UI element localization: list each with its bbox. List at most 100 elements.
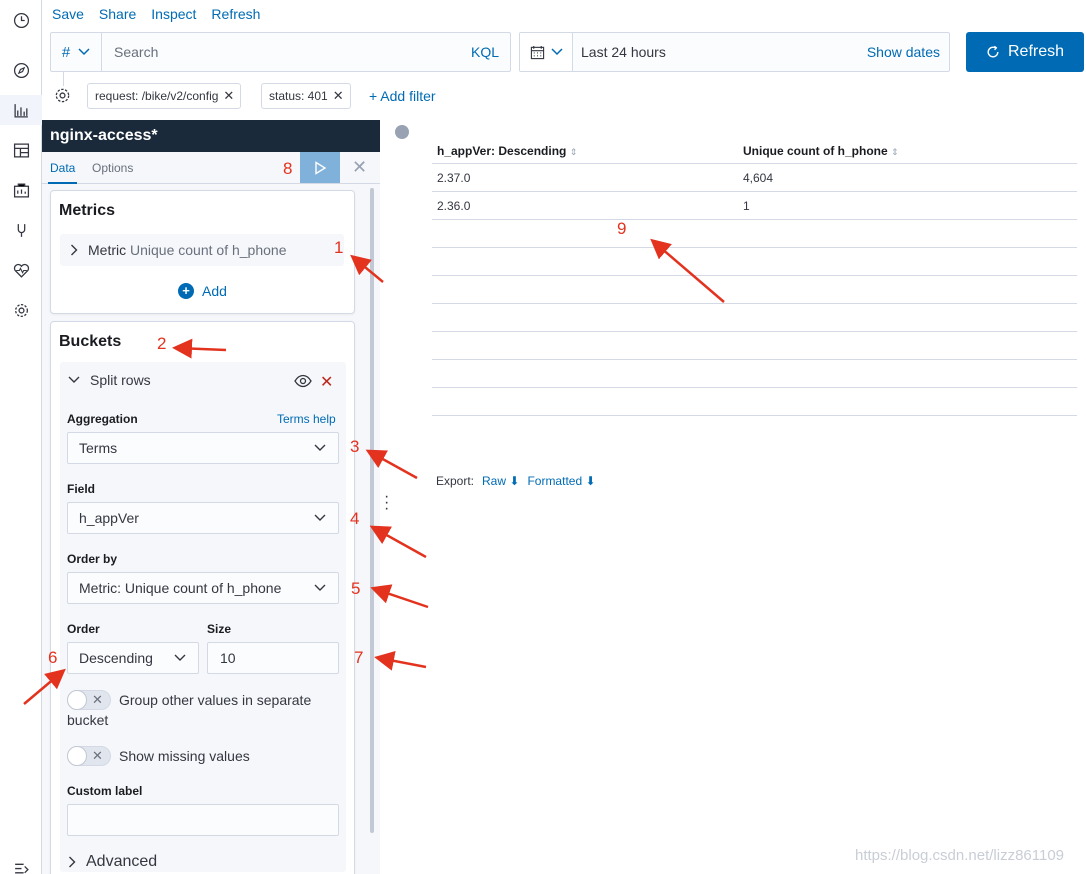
add-metric-button[interactable]: + Add [178, 283, 227, 299]
aggregation-select-value: Terms [79, 440, 118, 456]
aggregation-select[interactable]: Terms [67, 432, 339, 464]
quick-menu-button[interactable] [520, 33, 573, 71]
annotation-number: 3 [350, 437, 360, 456]
share-link[interactable]: Share [99, 6, 136, 26]
metrics-title: Metrics [59, 202, 116, 219]
show-missing-switch[interactable]: ✕ [67, 746, 111, 766]
annotation-number: 8 [283, 159, 293, 178]
discard-changes-close-icon[interactable]: ✕ [352, 157, 367, 178]
export-raw-link[interactable]: Raw ⬇ [482, 474, 519, 488]
date-range-text[interactable]: Last 24 hours [573, 33, 867, 71]
table-divider [432, 191, 1077, 192]
remove-filter-icon[interactable]: ✕ [333, 88, 344, 104]
order-by-select-value: Metric: Unique count of h_phone [79, 580, 282, 596]
export-bar: Export: Raw ⬇ Formatted ⬇ [436, 474, 596, 488]
inspect-link[interactable]: Inspect [151, 6, 196, 26]
table-cell: 2.36.0 [437, 199, 471, 213]
filter-pill[interactable]: request: /bike/v2/config ✕ [87, 83, 242, 109]
annotation-number: 1 [334, 238, 344, 257]
advanced-toggle[interactable]: Advanced [68, 853, 157, 871]
chevron-down-icon [78, 48, 90, 56]
annotation-number: 7 [354, 648, 364, 667]
management-gear-icon[interactable] [0, 295, 42, 325]
query-type-button[interactable]: # [51, 33, 102, 71]
filter-settings-gear-icon[interactable] [54, 87, 71, 104]
buckets-title: Buckets [59, 333, 122, 350]
table-divider [432, 247, 1077, 248]
filter-divider [63, 72, 64, 86]
table-header[interactable]: Unique count of h_phone ⇕ [743, 144, 899, 158]
table-header[interactable]: h_appVer: Descending ⇕ [437, 144, 577, 158]
apply-changes-button[interactable] [300, 152, 340, 183]
size-label: Size [207, 622, 232, 636]
export-raw-label: Raw [482, 474, 507, 488]
group-other-label-continued: bucket [67, 712, 109, 728]
chevron-down-icon [550, 48, 563, 56]
filter-pill[interactable]: status: 401 ✕ [261, 83, 351, 109]
table-divider [432, 275, 1077, 276]
refresh-link[interactable]: Refresh [211, 6, 260, 26]
group-other-switch[interactable]: ✕ [67, 690, 111, 710]
table-divider [432, 219, 1077, 220]
add-metric-label: Add [202, 283, 227, 299]
save-link[interactable]: Save [52, 6, 84, 26]
refresh-button[interactable]: Refresh [966, 32, 1084, 72]
remove-bucket-icon[interactable]: ✕ [320, 372, 333, 392]
order-by-select[interactable]: Metric: Unique count of h_phone [67, 572, 339, 604]
annotation-number: 9 [617, 219, 627, 238]
editor-scrollbar[interactable] [370, 188, 374, 833]
canvas-icon[interactable] [0, 175, 42, 205]
annotation-arrow [369, 525, 427, 559]
cross-icon: ✕ [92, 692, 103, 707]
recent-clock-icon[interactable] [0, 5, 42, 35]
download-icon: ⬇ [585, 474, 596, 488]
switch-knob [67, 690, 87, 710]
order-label: Order [67, 622, 100, 636]
tab-data[interactable]: Data [47, 161, 78, 184]
chevron-down-icon [68, 376, 80, 383]
table-cell: 2.37.0 [437, 171, 471, 185]
refresh-button-label: Refresh [1007, 43, 1065, 60]
annotation-number: 4 [350, 509, 360, 528]
split-rows-label: Split rows [90, 372, 151, 388]
resize-handle-icon[interactable]: · · · [384, 489, 389, 517]
order-select[interactable]: Descending [67, 642, 199, 674]
switch-knob [67, 746, 87, 766]
tab-options[interactable]: Options [92, 161, 133, 175]
split-rows-toggle[interactable]: Split rows [68, 372, 151, 388]
calendar-icon [530, 45, 544, 59]
collapse-sidebar-icon[interactable] [395, 125, 409, 139]
custom-label-input[interactable] [67, 804, 339, 836]
hash-icon: # [61, 43, 71, 61]
maps-pin-icon[interactable] [0, 215, 42, 245]
search-input[interactable]: Search [102, 33, 471, 71]
export-formatted-link[interactable]: Formatted ⬇ [527, 474, 595, 488]
play-icon [315, 160, 327, 175]
chevron-down-icon [314, 444, 326, 451]
uptime-heartbeat-icon[interactable] [0, 255, 42, 285]
top-menu: Save Share Inspect Refresh [52, 6, 260, 26]
collapse-nav-icon[interactable] [0, 852, 42, 874]
table-divider [432, 163, 1077, 164]
annotation-arrow [650, 238, 725, 303]
annotation-arrow [370, 584, 429, 609]
dashboard-icon[interactable] [0, 135, 42, 165]
discover-compass-icon[interactable] [0, 55, 42, 85]
field-select[interactable]: h_appVer [67, 502, 339, 534]
eye-icon[interactable] [294, 374, 312, 388]
sort-icon: ⇕ [891, 147, 899, 157]
filter-pill-label: request: /bike/v2/config [95, 89, 219, 103]
remove-filter-icon[interactable]: ✕ [223, 88, 234, 104]
annotation-number: 2 [157, 334, 167, 353]
refresh-icon [987, 45, 999, 58]
metric-item-label: Metric [88, 242, 127, 258]
kql-toggle[interactable]: KQL [471, 33, 510, 71]
table-divider [432, 387, 1077, 388]
terms-help-link[interactable]: Terms help [277, 412, 336, 426]
size-input[interactable]: 10 [207, 642, 339, 674]
show-dates-link[interactable]: Show dates [867, 33, 949, 71]
metric-item[interactable]: Metric Unique count of h_phone [60, 234, 344, 266]
add-filter-link[interactable]: + Add filter [369, 88, 436, 104]
visualize-chart-icon[interactable] [0, 95, 42, 125]
table-cell: 4,604 [743, 171, 774, 185]
